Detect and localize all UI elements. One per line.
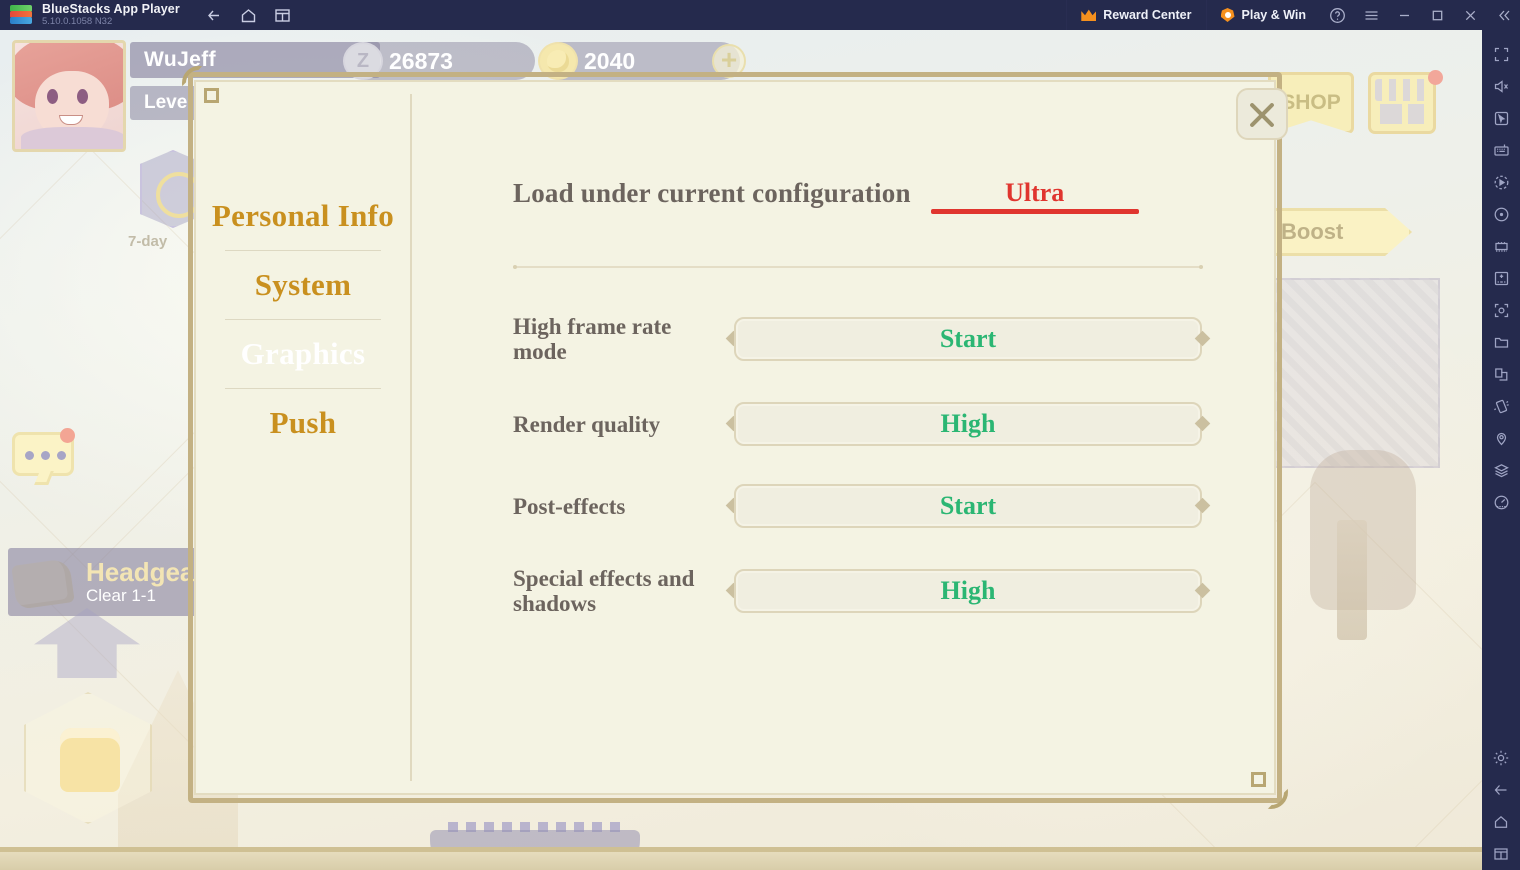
section-divider — [513, 265, 1203, 269]
play-and-win-label: Play & Win — [1241, 8, 1306, 22]
keyboard-controls-icon[interactable] — [1485, 134, 1517, 166]
nav-item-personal-info[interactable]: Personal Info — [194, 192, 412, 240]
copy-to-instance-icon[interactable] — [1485, 358, 1517, 390]
store-notification-dot — [1428, 70, 1443, 85]
bg-floor-band — [0, 852, 1482, 870]
config-preset-underline — [930, 209, 1139, 214]
close-icon[interactable] — [1454, 0, 1487, 30]
setting-value: High — [940, 576, 996, 605]
setting-value-pill: High — [734, 402, 1202, 446]
back-arrow-icon[interactable] — [198, 0, 232, 30]
titlebar-texts: BlueStacks App Player 5.10.0.1058 N32 — [42, 2, 180, 28]
window-titlebar: BlueStacks App Player 5.10.0.1058 N32 Re… — [0, 0, 1520, 30]
store-window — [1408, 104, 1424, 124]
layers-icon[interactable] — [1485, 454, 1517, 486]
star-badge-icon — [1220, 8, 1235, 22]
store-door — [1380, 104, 1402, 124]
app-version: 5.10.0.1058 N32 — [42, 16, 113, 27]
location-icon[interactable] — [1485, 422, 1517, 454]
home-nav-icon[interactable] — [1485, 806, 1517, 838]
nav-separator — [225, 250, 381, 251]
setting-value: Start — [939, 324, 997, 353]
home-icon[interactable] — [232, 0, 266, 30]
avatar-eye-left — [47, 89, 58, 104]
bg-lamp — [1337, 520, 1367, 640]
store-icon[interactable] — [1368, 72, 1436, 134]
settings-nav: Personal Info System Graphics Push — [194, 80, 412, 795]
config-preset-value: Ultra — [1005, 178, 1065, 207]
multi-instance-manager-icon[interactable] — [1485, 230, 1517, 262]
maximize-icon[interactable] — [1421, 0, 1454, 30]
mute-icon[interactable] — [1485, 70, 1517, 102]
collapse-sidebar-icon[interactable] — [1487, 0, 1520, 30]
settings-icon[interactable] — [1485, 742, 1517, 774]
player-avatar[interactable] — [12, 40, 126, 152]
setting-row-post-effects: Post-effects Start — [513, 484, 1274, 528]
setting-value-pill: Start — [734, 317, 1202, 361]
dialog-corner-ornament-top-left — [182, 66, 230, 114]
chat-notification-dot — [60, 428, 75, 443]
screenshot-icon[interactable] — [1485, 294, 1517, 326]
setting-row-high-frame-rate: High frame rate mode Start — [513, 314, 1274, 364]
nav-item-graphics[interactable]: Graphics — [194, 330, 412, 378]
setting-value: Start — [939, 491, 997, 520]
crown-icon — [1081, 9, 1096, 21]
shake-icon[interactable] — [1485, 390, 1517, 422]
setting-label: Special effects and shadows — [513, 566, 695, 616]
setting-row-special-effects: Special effects and shadows High — [513, 566, 1274, 616]
setting-value-button[interactable]: High — [725, 569, 1211, 613]
setting-label: High frame rate mode — [513, 314, 672, 364]
store-awning — [1375, 79, 1429, 101]
avatar-body — [21, 127, 123, 149]
reward-center-label: Reward Center — [1103, 8, 1192, 22]
setting-value-button[interactable]: Start — [725, 317, 1211, 361]
setting-label: Render quality — [513, 411, 661, 437]
settings-content: Load under current configuration Ultra H… — [428, 80, 1274, 795]
setting-row-render-quality: Render quality High — [513, 402, 1274, 446]
operation-recorder-icon[interactable] — [1485, 198, 1517, 230]
back-icon[interactable] — [1485, 774, 1517, 806]
help-icon[interactable] — [1320, 0, 1354, 30]
hamburger-menu-icon[interactable] — [1354, 0, 1388, 30]
setting-value: High — [940, 409, 996, 438]
app-title: BlueStacks App Player — [42, 2, 180, 16]
seven-day-label: 7-day — [128, 233, 168, 250]
setting-value-pill: High — [734, 569, 1202, 613]
dialog-corner-ornament-bottom-right — [1240, 761, 1288, 809]
avatar-eye-right — [77, 89, 88, 104]
fullscreen-icon[interactable] — [1485, 38, 1517, 70]
bluestacks-logo-icon — [10, 4, 32, 26]
play-and-win-button[interactable]: Play & Win — [1205, 0, 1320, 30]
cursor-icon[interactable] — [1485, 102, 1517, 134]
recents-icon[interactable] — [1485, 838, 1517, 870]
macro-record-icon[interactable] — [1485, 166, 1517, 198]
chat-dots-icon — [25, 451, 66, 460]
setting-label: Post-effects — [513, 493, 626, 519]
setting-value-button[interactable]: High — [725, 402, 1211, 446]
config-preset-selector[interactable]: Ultra — [930, 172, 1139, 214]
media-manager-icon[interactable] — [1485, 326, 1517, 358]
graphics-settings-list: High frame rate mode Start Render qualit… — [513, 314, 1274, 616]
nav-separator — [225, 388, 381, 389]
config-header-row: Load under current configuration Ultra — [513, 172, 1274, 214]
multi-instance-icon[interactable] — [266, 0, 300, 30]
install-apk-icon[interactable] — [1485, 262, 1517, 294]
nav-separator — [225, 319, 381, 320]
minimize-icon[interactable] — [1388, 0, 1421, 30]
nav-item-push[interactable]: Push — [194, 399, 412, 447]
nav-item-system[interactable]: System — [194, 261, 412, 309]
eco-mode-icon[interactable] — [1485, 486, 1517, 518]
setting-value-button[interactable]: Start — [725, 484, 1211, 528]
close-dialog-button[interactable] — [1236, 88, 1288, 140]
bluestacks-sidebar — [1482, 30, 1520, 870]
setting-value-pill: Start — [734, 484, 1202, 528]
config-header-label: Load under current configuration — [513, 177, 911, 208]
settings-dialog: Personal Info System Graphics Push Load … — [180, 68, 1310, 833]
reward-center-button[interactable]: Reward Center — [1066, 0, 1205, 30]
